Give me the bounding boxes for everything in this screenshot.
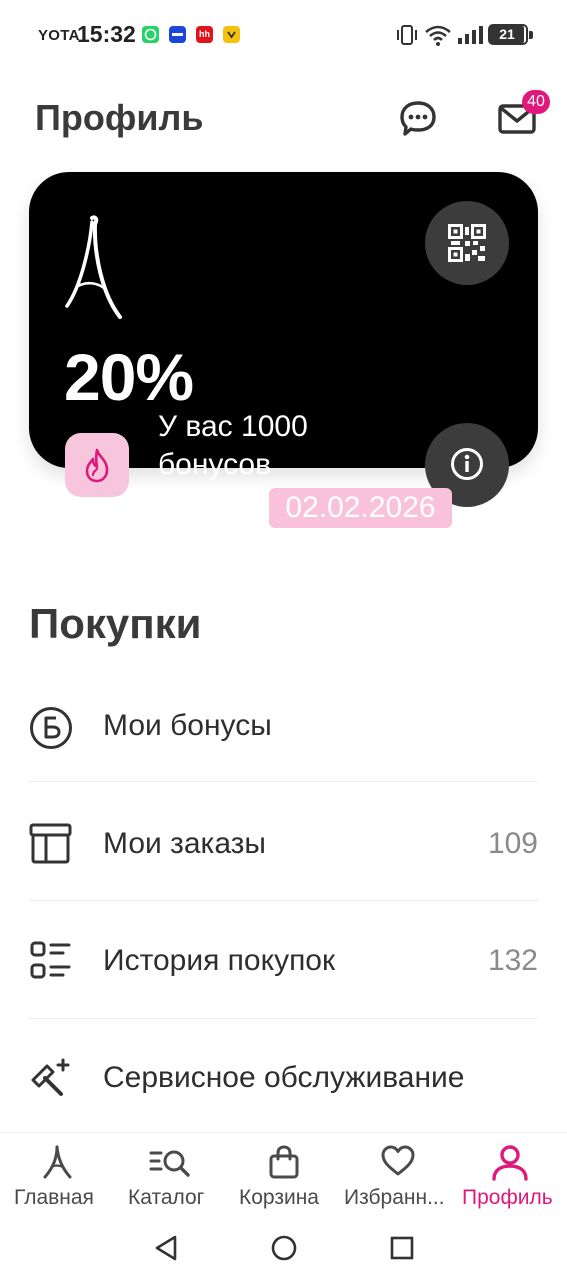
- signal-icon: [458, 26, 483, 44]
- bonus-balance: У вас 1000 бонусов: [158, 408, 358, 484]
- qr-code-button[interactable]: [425, 201, 509, 285]
- profile-screen: YOTA 15:32 hh 21 Профиль 40 20% У вас 10…: [0, 0, 567, 1280]
- nav-label: Главная: [14, 1186, 94, 1209]
- qr-code-icon: [448, 224, 486, 262]
- nav-label: Избранн...: [344, 1186, 445, 1209]
- app-yellow-icon: [223, 26, 240, 43]
- expiry-date-badge: 02.02.2026: [269, 488, 452, 528]
- chat-button[interactable]: [396, 97, 440, 141]
- discount-value: 20%: [64, 340, 194, 414]
- hh-app-icon: hh: [196, 26, 213, 43]
- system-nav-bar: [0, 1220, 567, 1280]
- eiffel-logo-icon: [65, 215, 122, 319]
- vibrate-icon: [397, 25, 417, 45]
- user-icon: [492, 1145, 528, 1181]
- mail-count-badge: 40: [522, 90, 550, 114]
- divider: [29, 781, 538, 782]
- nav-item-catalog[interactable]: Каталог: [113, 1133, 226, 1221]
- menu-item-purchase-history[interactable]: История покупок 132: [0, 903, 567, 1021]
- bonus-line-2: бонусов: [158, 448, 272, 481]
- nav-item-cart[interactable]: Корзина: [226, 1133, 341, 1221]
- home-icon[interactable]: [270, 1234, 298, 1262]
- clock: 15:32: [77, 21, 136, 47]
- box-icon: [29, 823, 72, 864]
- history-list-icon: [30, 941, 71, 979]
- service-tools-icon: [31, 1058, 70, 1096]
- menu-label: История покупок: [103, 944, 336, 977]
- battery-level: 21: [490, 26, 524, 43]
- menu-count: 132: [487, 944, 538, 977]
- heart-icon: [381, 1145, 415, 1176]
- battery-cap: [529, 31, 533, 39]
- menu-label: Сервисное обслуживание: [103, 1061, 465, 1094]
- section-title-purchases: Покупки: [29, 600, 202, 647]
- carrier-label: YOTA: [38, 27, 80, 44]
- page-title: Профиль: [35, 97, 204, 138]
- divider: [29, 900, 538, 901]
- chat-icon: [400, 101, 436, 136]
- menu-count: 109: [487, 827, 538, 860]
- bonus-icon: [30, 707, 72, 749]
- battery-icon: 21: [488, 24, 528, 45]
- menu-item-service[interactable]: Сервисное обслуживание: [0, 1020, 567, 1138]
- fire-icon: [85, 448, 109, 483]
- nav-item-home[interactable]: Главная: [0, 1133, 113, 1221]
- bag-icon: [269, 1145, 299, 1179]
- nav-item-profile[interactable]: Профиль: [454, 1133, 567, 1221]
- nav-label: Профиль: [462, 1186, 553, 1209]
- menu-item-bonuses[interactable]: Мои бонусы: [0, 668, 567, 786]
- divider: [29, 1018, 538, 1019]
- nav-label: Корзина: [239, 1186, 319, 1209]
- back-icon[interactable]: [153, 1234, 179, 1262]
- app-notification-icon: [169, 26, 186, 43]
- wifi-icon: [425, 25, 451, 46]
- catalog-search-icon: [149, 1150, 190, 1177]
- bottom-nav: Главная Каталог Корзина Избранн... Профи…: [0, 1132, 567, 1220]
- nav-item-favorites[interactable]: Избранн...: [341, 1133, 454, 1221]
- home-logo-icon: [43, 1145, 72, 1179]
- menu-item-orders[interactable]: Мои заказы 109: [0, 786, 567, 904]
- menu-label: Мои бонусы: [103, 709, 272, 742]
- info-icon: [451, 448, 483, 480]
- menu-label: Мои заказы: [103, 827, 266, 860]
- status-bar: YOTA 15:32 hh 21: [0, 0, 567, 70]
- nav-label: Каталог: [128, 1186, 205, 1209]
- recents-icon[interactable]: [389, 1234, 415, 1262]
- fire-badge[interactable]: [65, 433, 129, 497]
- bonus-line-1: У вас 1000: [158, 410, 308, 443]
- whatsapp-icon: [142, 26, 159, 43]
